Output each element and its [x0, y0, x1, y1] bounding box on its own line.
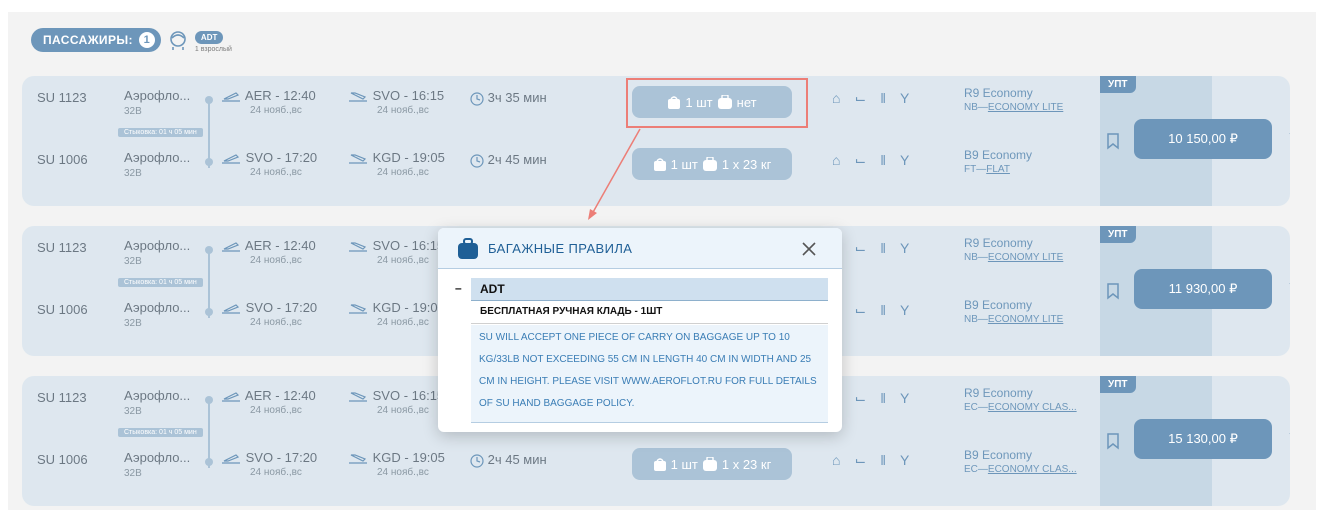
passenger-group-row[interactable]: ADT	[471, 278, 828, 301]
close-icon[interactable]	[800, 240, 818, 258]
modal-title: БАГАЖНЫЕ ПРАВИЛА	[488, 241, 633, 256]
page: ПАССАЖИРЫ: 1 ADT 1 взрослый Стыковка: 01…	[0, 0, 1320, 511]
rule-title: БЕСПЛАТНАЯ РУЧНАЯ КЛАДЬ - 1ШТ	[471, 301, 828, 324]
collapse-toggle[interactable]: –	[455, 281, 462, 295]
rule-title-text: БЕСПЛАТНАЯ РУЧНАЯ КЛАДЬ - 1ШТ	[480, 306, 663, 317]
suitcase-icon	[458, 238, 478, 259]
rule-description: SU WILL ACCEPT ONE PIECE OF CARRY ON BAG…	[471, 325, 828, 423]
modal-header: БАГАЖНЫЕ ПРАВИЛА	[438, 228, 842, 269]
group-label: ADT	[480, 282, 505, 296]
baggage-rules-modal: БАГАЖНЫЕ ПРАВИЛА – ADT БЕСПЛАТНАЯ РУЧНАЯ…	[438, 228, 842, 432]
